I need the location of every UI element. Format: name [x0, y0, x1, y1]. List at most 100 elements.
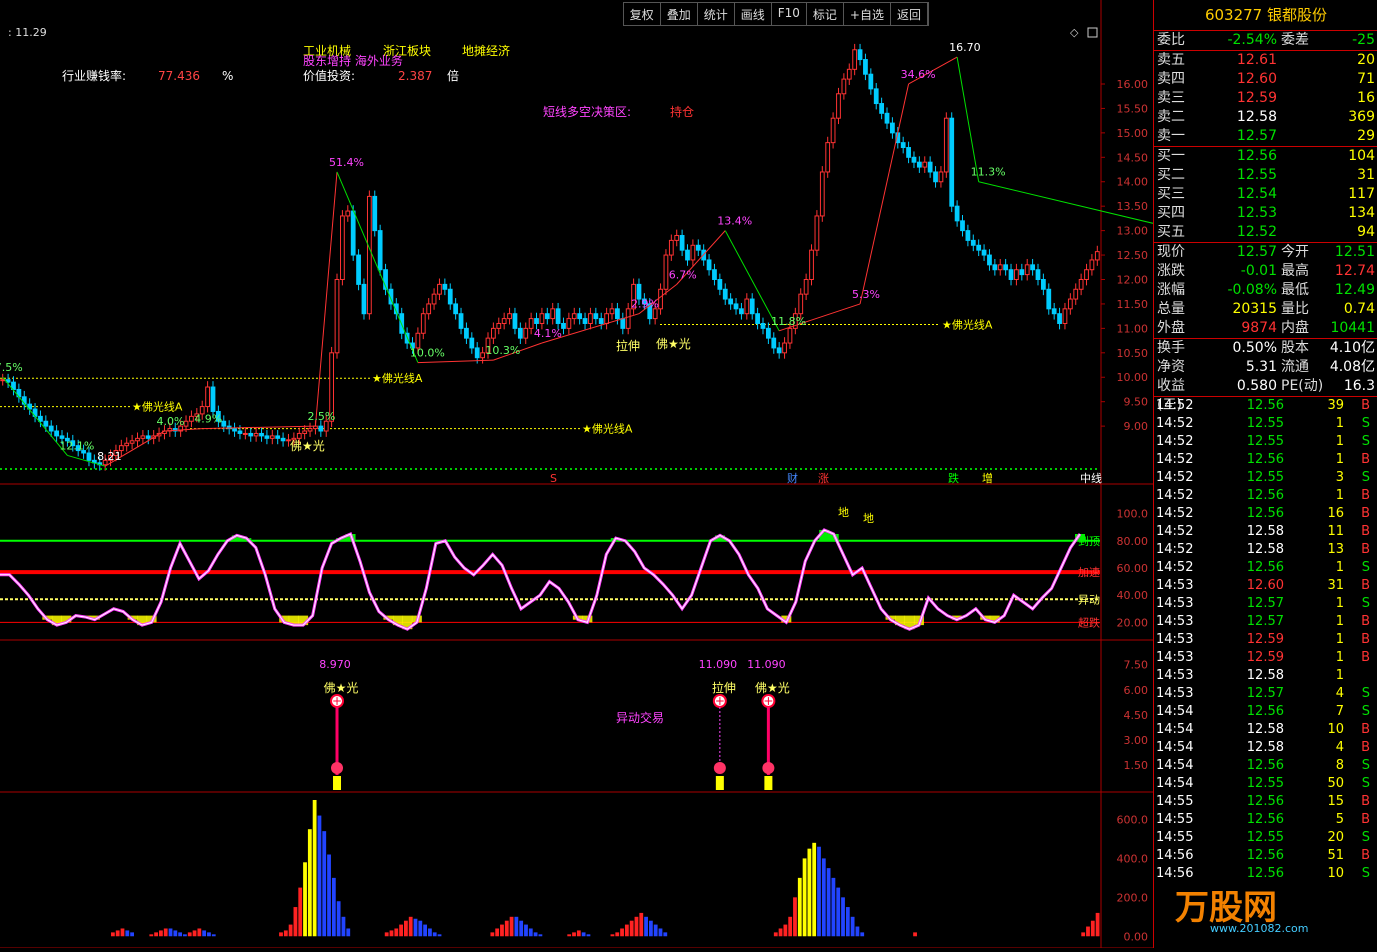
tick-row: 14:52 12.56 1 S [1154, 559, 1377, 577]
volume-bar [317, 815, 322, 937]
tick-price: 12.56 [1246, 812, 1284, 827]
candle-body [447, 288, 453, 305]
industry-label: 行业赚钱率: [62, 68, 126, 83]
zone-label: 异动 [1078, 593, 1100, 606]
stat-label: 收益(三) [1157, 378, 1185, 413]
volume-bar [836, 887, 841, 937]
swing-label: 16.70 [949, 41, 981, 54]
toolbar-button-7[interactable]: 返回 [891, 3, 928, 25]
signal-base [333, 776, 342, 790]
tick-volume: 1 [1335, 416, 1344, 431]
toolbar-button-1[interactable]: 叠加 [661, 3, 698, 25]
stat-value: 4.08亿 [1329, 359, 1375, 375]
volume-bar [845, 907, 850, 937]
signal-bulb [762, 762, 775, 774]
sell-orders: 卖五 12.61 20 卖四 12.60 71 卖三 12.59 16 卖二 12.58 369 卖一 1… [1154, 51, 1377, 147]
sell-row: 卖三 12.59 16 [1154, 89, 1377, 108]
volume-bar [648, 920, 653, 937]
price-axis-label: 16.00 [1117, 78, 1149, 91]
stock-name: 银都股份 [1267, 6, 1328, 24]
candle-body [749, 298, 755, 315]
event-flag: 跌 [948, 471, 959, 485]
candle-body [836, 93, 841, 119]
toolbar-button-4[interactable]: F10 [772, 3, 807, 25]
tick-price: 12.55 [1246, 470, 1284, 485]
candle-body [253, 432, 259, 437]
tick-row: 14:52 12.56 39 B [1154, 397, 1377, 415]
volume-bar [653, 924, 658, 937]
sell-row: 卖一 12.57 29 [1154, 127, 1377, 147]
sell-level-label: 卖五 [1157, 52, 1185, 68]
osc-axis-label: 80.00 [1117, 535, 1149, 548]
toolbar-button-2[interactable]: 统计 [698, 3, 735, 25]
sell-price: 12.59 [1236, 90, 1277, 106]
sell-volume: 16 [1357, 90, 1375, 106]
tick-list[interactable]: 14:52 12.56 39 B 14:52 12.55 1 S 14:52 12.55 1 S 14:… [1154, 397, 1377, 883]
sell-level-label: 卖四 [1157, 71, 1185, 87]
zigzag-line [336, 171, 419, 363]
volume-bar [495, 928, 500, 937]
stat-value: 9874 [1241, 320, 1277, 336]
tick-side: B [1361, 614, 1370, 629]
tick-volume: 1 [1335, 488, 1344, 503]
volume-bar [797, 877, 802, 937]
volume-bar [187, 932, 192, 937]
price-axis-label: 12.00 [1117, 273, 1149, 286]
kline-chart-area[interactable]: 16.00 15.50 15.00 14.50 14.00 13.50 13.00 12.50… [0, 0, 1204, 949]
candle-body [841, 78, 847, 95]
volume-bar [394, 928, 399, 937]
swing-label: 4.9% [194, 413, 222, 426]
swing-label: 10.3% [485, 344, 520, 357]
stat-value: -0.01 [1240, 263, 1277, 279]
volume-bar [437, 934, 442, 937]
volume-bar [418, 920, 423, 937]
candle-body [814, 215, 820, 251]
tick-side: B [1361, 398, 1370, 413]
sell-row: 卖四 12.60 71 [1154, 70, 1377, 89]
tick-row: 14:52 12.56 1 B [1154, 451, 1377, 469]
candle-body [755, 313, 760, 324]
tick-price: 12.58 [1246, 740, 1284, 755]
toolbar-button-0[interactable]: 复权 [624, 3, 661, 25]
volume-bar [639, 912, 644, 937]
strategy-label: 短线多空决策区: [543, 105, 631, 119]
candle-body [992, 264, 998, 271]
tick-side: S [1361, 416, 1370, 431]
tick-side: B [1361, 632, 1370, 647]
stat-value: -0.08% [1227, 282, 1277, 298]
toolbar-button-5[interactable]: 标记 [807, 3, 844, 25]
sig-axis-label: 4.50 [1124, 709, 1149, 722]
osc-axis-label: 60.00 [1117, 562, 1149, 575]
buy-volume: 31 [1357, 167, 1375, 183]
tick-side: B [1361, 848, 1370, 863]
swing-label: 8.21 [97, 450, 122, 463]
value-value: 2.387 [398, 69, 432, 83]
price-axis-label: 15.00 [1117, 127, 1149, 140]
toolbar-button-6[interactable]: +自选 [844, 3, 891, 25]
volume-bar [1095, 912, 1100, 937]
tick-time: 14:52 [1156, 524, 1194, 539]
sig-axis-label: 3.00 [1124, 734, 1149, 747]
volume-bar [384, 932, 389, 937]
tick-time: 14:52 [1156, 488, 1194, 503]
candle-body [0, 379, 6, 382]
osc-axis-label: 100.0 [1117, 508, 1149, 521]
chart-toolbar: 复权 叠加 统计 画线 F10 标记 +自选 返回 [622, 2, 929, 26]
stat-label: 内盘 [1281, 320, 1309, 336]
candle-body [420, 313, 426, 334]
volume-bar [826, 868, 831, 937]
buy-price: 12.54 [1236, 186, 1277, 202]
candle-body [437, 283, 442, 295]
sell-volume: 71 [1357, 71, 1375, 87]
tick-time: 14:52 [1156, 452, 1194, 467]
tick-side: B [1361, 524, 1370, 539]
volume-bar [538, 934, 543, 937]
candle-body [598, 318, 604, 324]
candle-body [1073, 288, 1079, 300]
volume-bar [860, 932, 865, 937]
candle-body [248, 432, 254, 437]
toolbar-button-3[interactable]: 画线 [735, 3, 772, 25]
tick-row: 14:52 12.58 11 B [1154, 523, 1377, 541]
candle-body [340, 215, 345, 280]
candle-body [474, 347, 480, 359]
